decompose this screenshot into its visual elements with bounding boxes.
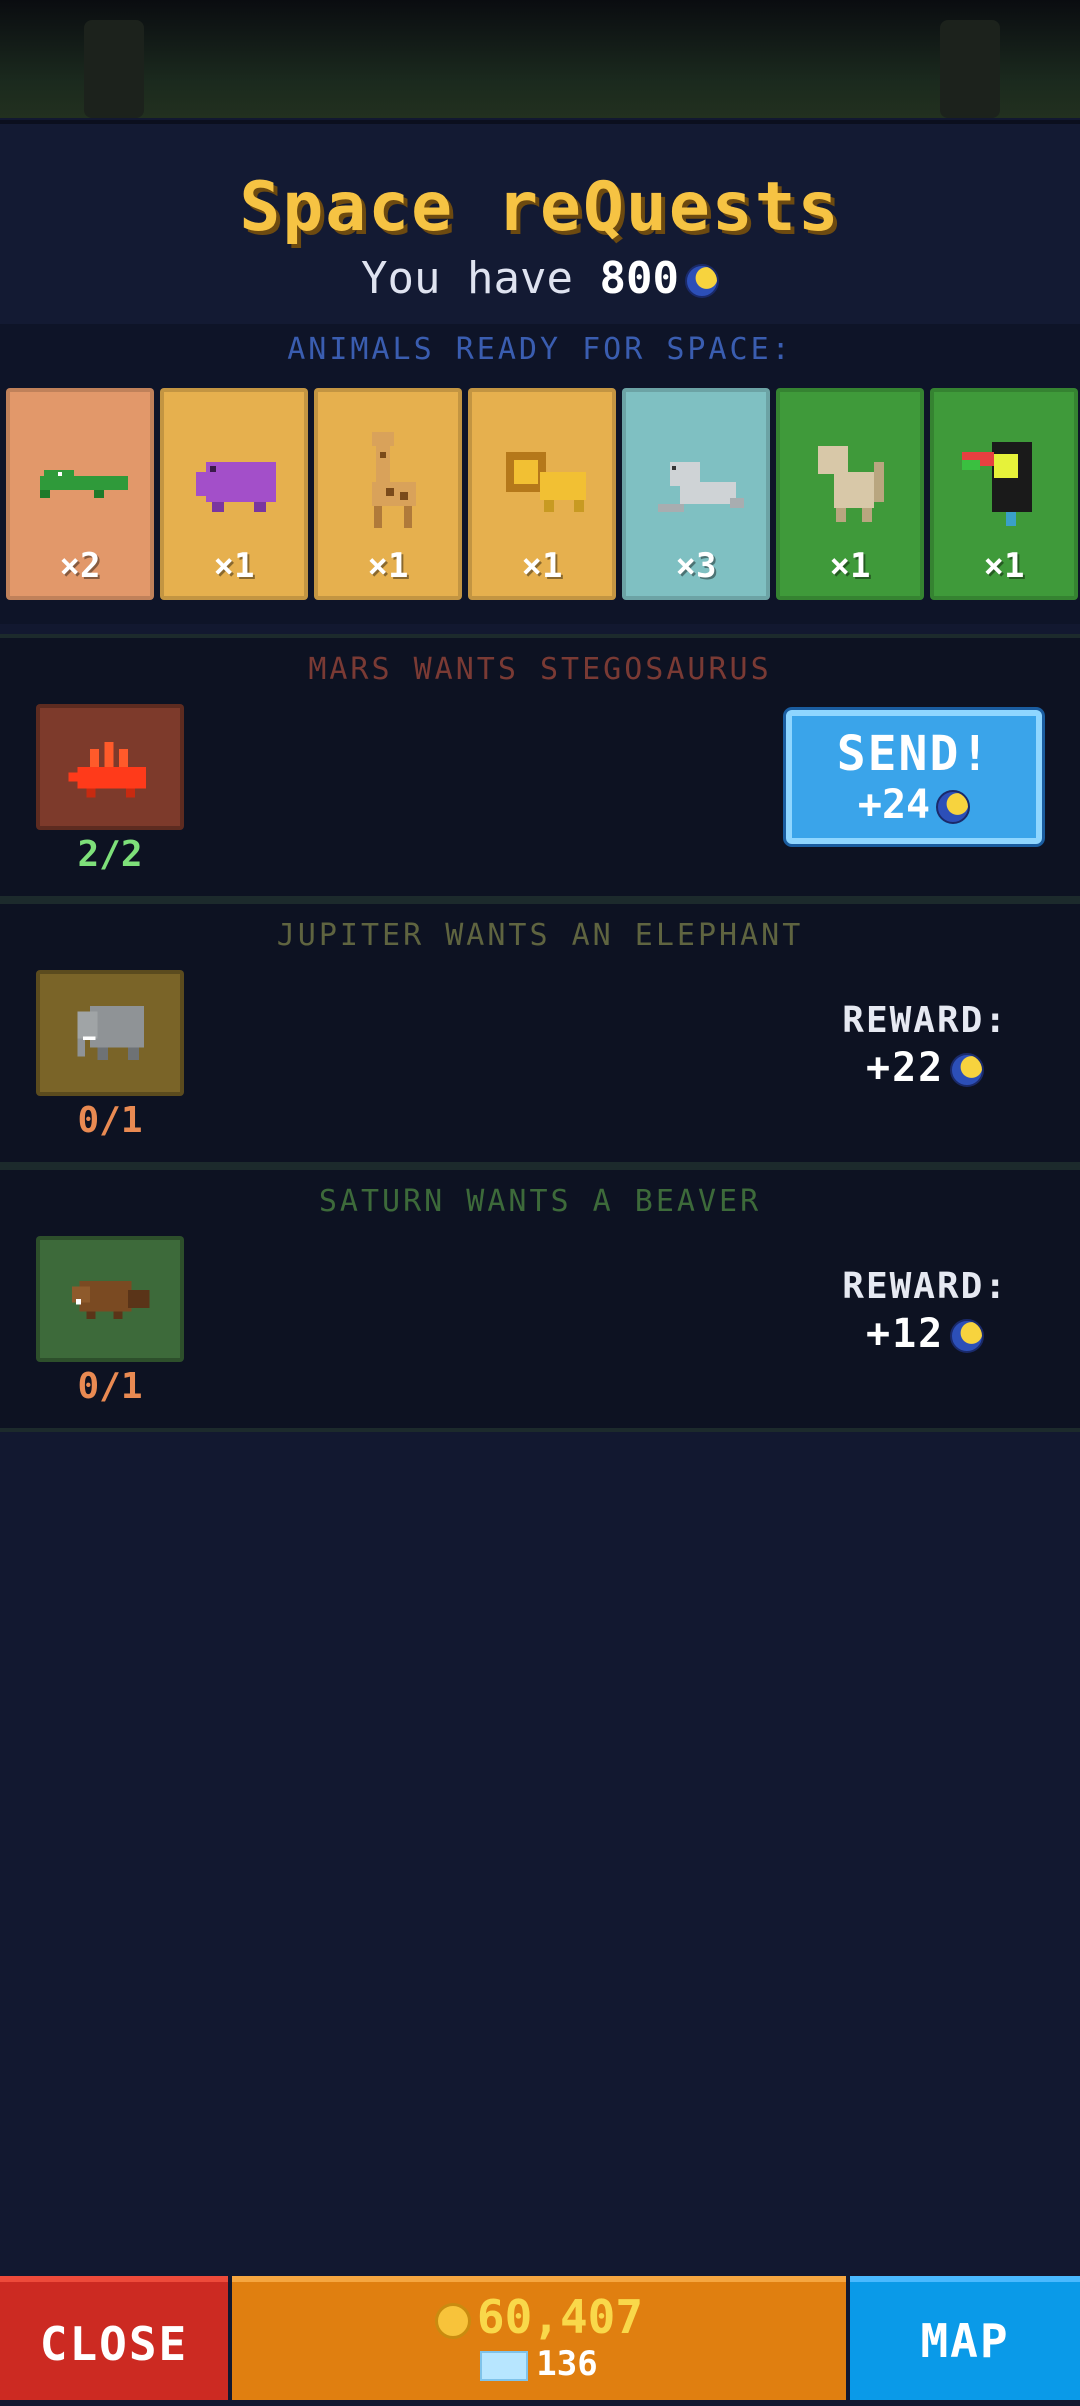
moon-coin-icon bbox=[950, 1053, 985, 1087]
header: Space reQuests You have 800 bbox=[0, 120, 1080, 328]
quest-animal-tile[interactable] bbox=[36, 1236, 184, 1362]
ready-animals-label: ANIMALS READY FOR SPACE: bbox=[287, 332, 793, 367]
reward-value: +22 bbox=[866, 1045, 945, 1091]
animal-count: ×2 bbox=[59, 546, 101, 586]
gem-icon bbox=[480, 2350, 529, 2381]
moon-coin-icon bbox=[936, 790, 971, 824]
ready-animal-cards: ×2 ×1 ×1 ×1 ×3 ×1 ×1 bbox=[6, 388, 1078, 600]
game-world-strip bbox=[0, 0, 1080, 118]
animal-card-giraffe[interactable]: ×1 bbox=[314, 388, 462, 600]
crocodile-icon bbox=[34, 432, 134, 532]
lion-icon bbox=[496, 432, 596, 532]
tree-silhouette bbox=[940, 20, 1000, 118]
toucan-icon bbox=[958, 432, 1058, 532]
reward-value-line: +22 bbox=[842, 1045, 1008, 1091]
monkey-icon bbox=[804, 432, 904, 532]
quest-progress: 2/2 bbox=[77, 834, 143, 875]
reward-info: REWARD: +22 bbox=[842, 1000, 1008, 1091]
reward-label: REWARD: bbox=[842, 1266, 1008, 1307]
balance-prefix: You have bbox=[361, 253, 573, 304]
coin-count: 60,407 bbox=[476, 2290, 644, 2344]
gem-count: 136 bbox=[536, 2344, 598, 2384]
reward-info: REWARD: +12 bbox=[842, 1266, 1008, 1357]
moon-coin-icon bbox=[950, 1319, 985, 1353]
reward-value-line: +12 bbox=[842, 1311, 1008, 1357]
quest-row: JUPITER WANTS AN ELEPHANT 0/1 REWARD: +22 bbox=[0, 900, 1080, 1166]
animal-card-seal[interactable]: ×3 bbox=[622, 388, 770, 600]
ready-animals-section: ANIMALS READY FOR SPACE: ×2 ×1 ×1 ×1 ×3 ×1 ×1 bbox=[0, 324, 1080, 624]
quest-row: MARS WANTS STEGOSAURUS 2/2 SEND! +24 bbox=[0, 634, 1080, 900]
quest-progress: 0/1 bbox=[77, 1366, 143, 1407]
send-label: SEND! bbox=[836, 726, 992, 782]
map-button[interactable]: MAP bbox=[850, 2276, 1080, 2400]
giraffe-icon bbox=[342, 432, 442, 532]
moon-coin-icon bbox=[684, 264, 719, 298]
reward-label: REWARD: bbox=[842, 1000, 1008, 1041]
hippo-icon bbox=[188, 432, 288, 532]
quest-title: MARS WANTS STEGOSAURUS bbox=[308, 652, 772, 687]
stegosaurus-icon bbox=[60, 722, 160, 812]
elephant-icon bbox=[60, 988, 160, 1078]
close-button[interactable]: CLOSE bbox=[0, 2276, 228, 2400]
coin-balance: 60,407 bbox=[232, 2290, 846, 2344]
animal-count: ×1 bbox=[521, 546, 563, 586]
animal-count: ×1 bbox=[983, 546, 1025, 586]
animal-card-crocodile[interactable]: ×2 bbox=[6, 388, 154, 600]
quest-row: SATURN WANTS A BEAVER 0/1 REWARD: +12 bbox=[0, 1166, 1080, 1432]
animal-card-lion[interactable]: ×1 bbox=[468, 388, 616, 600]
quest-animal-tile[interactable] bbox=[36, 970, 184, 1096]
animal-count: ×3 bbox=[675, 546, 717, 586]
animal-count: ×1 bbox=[367, 546, 409, 586]
page-title: Space reQuests bbox=[239, 168, 841, 247]
send-button[interactable]: SEND! +24 bbox=[786, 710, 1042, 844]
seal-icon bbox=[650, 432, 750, 532]
balance-value: 800 bbox=[599, 253, 679, 304]
tree-silhouette bbox=[84, 20, 144, 118]
bottom-bar: CLOSE 60,407 136 MAP bbox=[0, 2276, 1080, 2400]
quest-title: JUPITER WANTS AN ELEPHANT bbox=[276, 918, 804, 953]
reward-value: +12 bbox=[866, 1311, 945, 1357]
quest-animal-tile[interactable] bbox=[36, 704, 184, 830]
animal-card-hippo[interactable]: ×1 bbox=[160, 388, 308, 600]
send-reward: +24 bbox=[792, 782, 1036, 828]
quest-progress: 0/1 bbox=[77, 1100, 143, 1141]
quest-title: SATURN WANTS A BEAVER bbox=[318, 1184, 762, 1219]
balance-line: You have 800 bbox=[0, 253, 1080, 304]
currency-panel[interactable]: 60,407 136 bbox=[232, 2276, 846, 2400]
gem-balance: 136 bbox=[232, 2344, 846, 2384]
gold-coin-icon bbox=[434, 2302, 471, 2339]
animal-card-monkey[interactable]: ×1 bbox=[776, 388, 924, 600]
animal-count: ×1 bbox=[829, 546, 871, 586]
animal-card-toucan[interactable]: ×1 bbox=[930, 388, 1078, 600]
send-reward-value: +24 bbox=[857, 782, 931, 828]
animal-count: ×1 bbox=[213, 546, 255, 586]
beaver-icon bbox=[60, 1254, 160, 1344]
